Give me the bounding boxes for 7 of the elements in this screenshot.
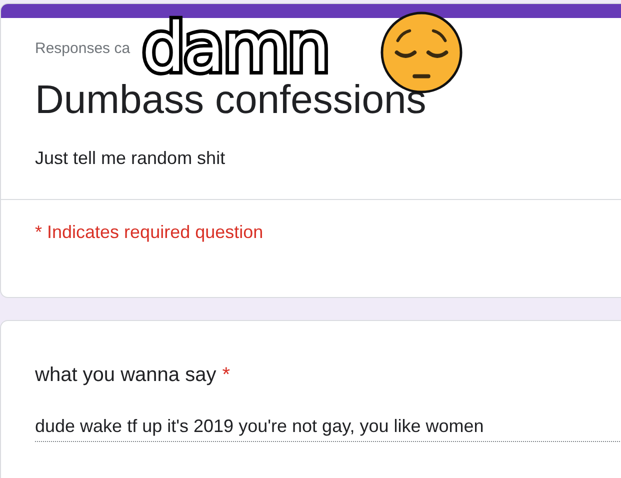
answer-field: dude wake tf up it's 2019 you're not gay, you like women bbox=[35, 414, 621, 442]
required-marker: * bbox=[222, 363, 230, 388]
form-description: Just tell me random shit bbox=[35, 147, 226, 170]
question-label: what you wanna say bbox=[35, 363, 216, 388]
required-note: * Indicates required question bbox=[34, 221, 264, 244]
form-title: Dumbass confessions bbox=[35, 77, 426, 124]
notice-text: Responses ca bbox=[35, 39, 130, 59]
